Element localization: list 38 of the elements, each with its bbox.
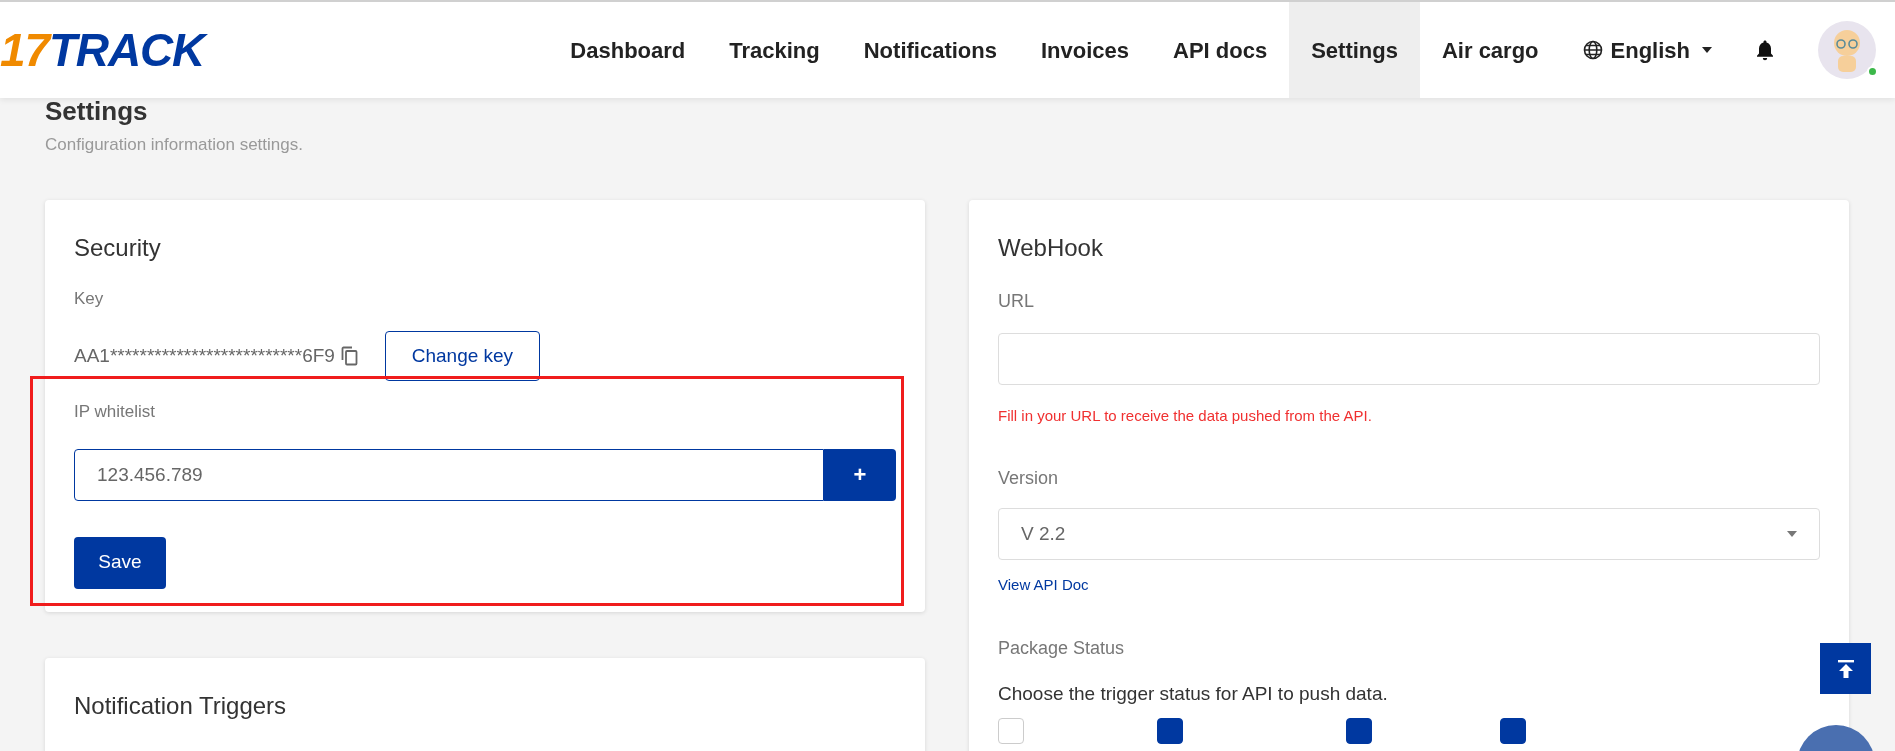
caret-icon [1702,47,1712,53]
checkbox[interactable] [1500,718,1526,744]
language-selector[interactable]: English [1610,33,1712,67]
upload-arrow-icon [1837,659,1854,678]
card-title: Notification Triggers [74,690,287,721]
package-status-hint: Choose the trigger status for API to push data. [998,681,1388,706]
nav-tab[interactable]: Tracking [707,2,842,98]
back-to-top-button[interactable] [1820,643,1871,694]
save-button[interactable]: Save [74,536,166,589]
nav-tab[interactable]: API docs [1151,2,1290,98]
ip-input-field[interactable]: 123.456.789 [74,448,824,501]
copy-icon[interactable] [340,346,358,366]
card-title: WebHook [998,232,1103,263]
nav-tab[interactable]: Notifications [841,2,1019,98]
field-label: IP whitelist [74,401,155,423]
nav-tab[interactable]: Settings [1289,2,1420,98]
globe-icon [1582,40,1603,60]
url-input-field[interactable] [998,332,1820,385]
field-label: Package Status [998,636,1125,660]
api-key-text: AA1**************************6F9 [74,343,335,368]
checkbox[interactable] [1157,718,1183,744]
field-label: Version [998,467,1059,490]
nav-tab[interactable]: Air cargo [1419,2,1561,98]
error-message: Fill in your URL to receive the data pushed from the API. [998,405,1372,426]
change-key-button[interactable]: Change key [384,331,540,381]
nav-tab[interactable]: Dashboard [548,2,708,98]
bell-icon[interactable] [1756,39,1774,61]
checkbox[interactable] [1346,718,1372,744]
page-title: Settings [45,96,148,126]
page-subtitle: Configuration information settings. [45,134,303,156]
version-select[interactable]: V 2.2 [998,508,1820,560]
card-title: Security [74,232,161,263]
caret-icon [1787,531,1797,537]
nav-tab[interactable]: Invoices [1018,2,1151,98]
add-button[interactable]: + [824,448,896,501]
field-label: URL [998,289,1034,313]
view-api-doc-link[interactable]: View API Doc [998,574,1089,597]
field-label: Key [74,287,104,310]
